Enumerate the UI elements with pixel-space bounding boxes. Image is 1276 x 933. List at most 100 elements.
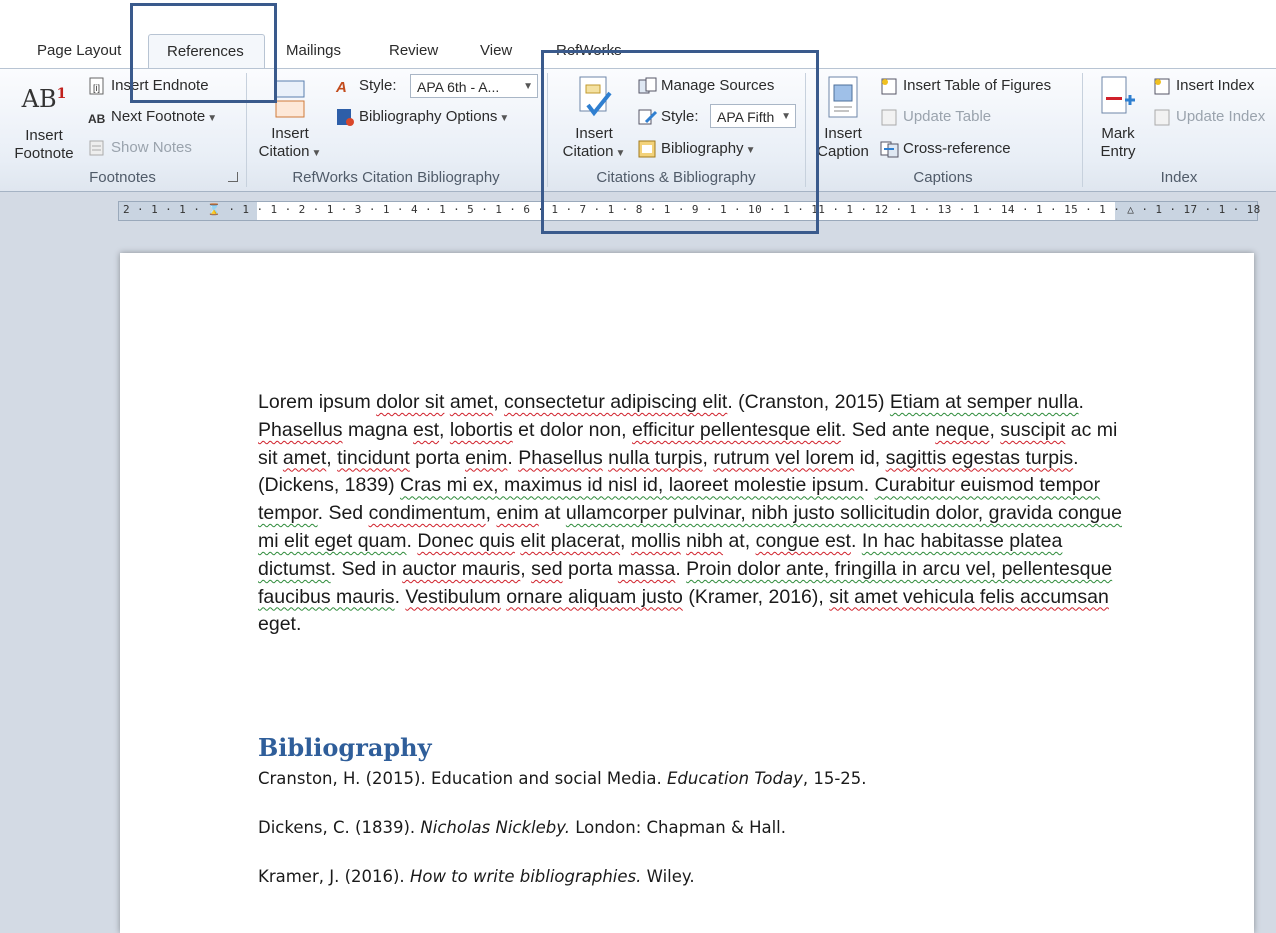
show-notes-label: Show Notes xyxy=(111,139,192,156)
insert-index-icon xyxy=(1153,77,1171,95)
insert-caption-button[interactable]: Insert Caption xyxy=(812,75,874,161)
spelling-flag: lobortis xyxy=(449,418,513,441)
insert-caption-icon xyxy=(812,75,874,125)
update-table-button[interactable]: Update Table xyxy=(880,106,991,128)
insert-footnote-button[interactable]: AB1 Insert Footnote xyxy=(8,85,80,163)
highlight-box-references-tab xyxy=(130,3,277,103)
text-run: , xyxy=(702,446,714,469)
footnote-icon: AB1 xyxy=(8,85,80,127)
update-table-label: Update Table xyxy=(903,108,992,125)
spelling-flag: amet xyxy=(449,391,494,413)
body-paragraph[interactable]: Lorem ipsum dolor sit amet, consectetur … xyxy=(258,389,1128,639)
entry-title: How to write bibliographies. xyxy=(409,867,642,886)
tab-review[interactable]: Review xyxy=(389,42,438,59)
insert-index-label: Insert Index xyxy=(1176,77,1255,94)
text-run: at, xyxy=(723,529,756,552)
spelling-flag: enim xyxy=(496,502,539,525)
spelling-flag: Phasellus xyxy=(518,446,603,469)
highlight-box-citations-group xyxy=(541,50,819,234)
spelling-flag: neque xyxy=(935,418,990,441)
spelling-flag: Vestibulum xyxy=(405,585,501,608)
text-run: Lorem ipsum xyxy=(258,391,377,413)
entry-text: Cranston, H. (2015). Education and socia… xyxy=(258,769,667,788)
spelling-flag: nulla turpis xyxy=(608,446,703,469)
tab-view[interactable]: View xyxy=(480,42,512,59)
update-index-icon xyxy=(1153,108,1171,126)
mark-entry-label-1: Mark xyxy=(1101,125,1135,142)
text-run: , xyxy=(520,557,532,580)
footnote-icon-glyph: AB xyxy=(21,85,57,113)
captions-group-label: Captions xyxy=(913,169,973,186)
spelling-flag: efficitur pellentesque elit xyxy=(632,418,841,441)
refworks-insert-citation-label-2: Citation ▼ xyxy=(254,143,326,163)
refworks-style-dropdown[interactable]: APA 6th - A... ▼ xyxy=(410,74,538,98)
spelling-flag: mollis xyxy=(630,529,681,552)
spelling-flag: sagittis egestas turpis xyxy=(885,446,1074,469)
chevron-down-icon: ▼ xyxy=(499,113,510,124)
spelling-flag: elit placerat xyxy=(520,529,621,552)
spelling-flag: amet xyxy=(282,446,327,469)
bibliography-heading: Bibliography xyxy=(258,733,432,762)
footnotes-group-label: Footnotes xyxy=(89,169,156,186)
insert-caption-label-1: Insert xyxy=(824,125,862,142)
insert-index-button[interactable]: Insert Index xyxy=(1153,75,1254,97)
spelling-flag: auctor mauris xyxy=(402,557,521,580)
text-run: (Kramer, 2016), xyxy=(682,585,830,608)
text-run: . xyxy=(394,585,406,608)
text-run: , xyxy=(989,418,1001,441)
text-run: . Sed xyxy=(317,502,369,525)
next-footnote-label: Next Footnote xyxy=(111,108,206,125)
spelling-flag: Donec quis xyxy=(417,529,515,552)
update-table-icon xyxy=(880,108,898,126)
text-run: . Sed ante xyxy=(840,418,936,441)
spelling-flag: enim xyxy=(465,446,508,469)
show-notes-button[interactable]: Show Notes xyxy=(88,137,192,159)
document-page[interactable]: Lorem ipsum dolor sit amet, consectetur … xyxy=(120,253,1254,933)
spelling-flag: massa xyxy=(617,557,676,580)
spelling-flag: est xyxy=(413,418,440,441)
chevron-down-icon: ▼ xyxy=(207,113,218,124)
refworks-style-value: APA 6th - A... xyxy=(417,79,500,95)
spelling-flag: suscipit xyxy=(1000,418,1066,441)
refworks-group-label: RefWorks Citation Bibliography xyxy=(292,169,500,186)
insert-caption-label-2: Caption xyxy=(817,143,869,160)
spelling-flag: sit amet vehicula felis accumsan xyxy=(829,585,1109,608)
dialog-launcher-icon[interactable] xyxy=(228,172,238,182)
insert-footnote-label-2: Footnote xyxy=(14,145,74,162)
text-run: . xyxy=(863,474,875,497)
bibliography-options-button[interactable]: Bibliography Options ▼ xyxy=(336,106,509,128)
svg-text:[i]: [i] xyxy=(93,83,100,93)
tab-mailings[interactable]: Mailings xyxy=(286,42,341,59)
grammar-flag: Cras mi ex, maximus id nisl id, laoreet … xyxy=(399,474,864,497)
update-index-button[interactable]: Update Index xyxy=(1153,106,1265,128)
cross-reference-button[interactable]: Cross-reference xyxy=(880,138,1011,160)
bibliography-entry: Kramer, J. (2016). How to write bibliogr… xyxy=(258,867,695,886)
text-run: . xyxy=(675,557,687,580)
chevron-down-icon: ▼ xyxy=(523,81,533,92)
bibliography-entry: Cranston, H. (2015). Education and socia… xyxy=(258,769,867,788)
update-index-label: Update Index xyxy=(1176,108,1266,125)
text-run: , xyxy=(326,446,338,469)
insert-table-of-figures-button[interactable]: Insert Table of Figures xyxy=(880,75,1051,97)
spelling-flag: ornare aliquam justo xyxy=(506,585,683,608)
table-of-figures-icon xyxy=(880,77,898,95)
text-run: . Sed in xyxy=(330,557,403,580)
text-run: . xyxy=(406,529,418,552)
insert-footnote-label-1: Insert xyxy=(25,127,63,144)
next-footnote-button[interactable]: AB Next Footnote ▼ xyxy=(88,106,217,128)
text-run: id, xyxy=(854,446,886,469)
spelling-flag: sed xyxy=(531,557,563,580)
text-run: . xyxy=(507,446,519,469)
tab-page-layout[interactable]: Page Layout xyxy=(37,42,121,59)
mark-entry-label-2: Entry xyxy=(1100,143,1136,160)
text-run: , xyxy=(620,529,631,552)
mark-entry-icon xyxy=(1088,75,1148,125)
entry-text: Wiley. xyxy=(641,867,695,886)
mark-entry-button[interactable]: Mark Entry xyxy=(1088,75,1148,161)
entry-title: Education Today xyxy=(666,769,803,788)
spelling-flag: tincidunt xyxy=(337,446,410,469)
entry-text: Dickens, C. (1839). xyxy=(258,818,421,837)
refworks-insert-citation-text: Citation xyxy=(258,143,310,160)
text-run: . (Cranston, 2015) xyxy=(727,391,890,413)
entry-text: Kramer, J. (2016). xyxy=(258,867,410,886)
